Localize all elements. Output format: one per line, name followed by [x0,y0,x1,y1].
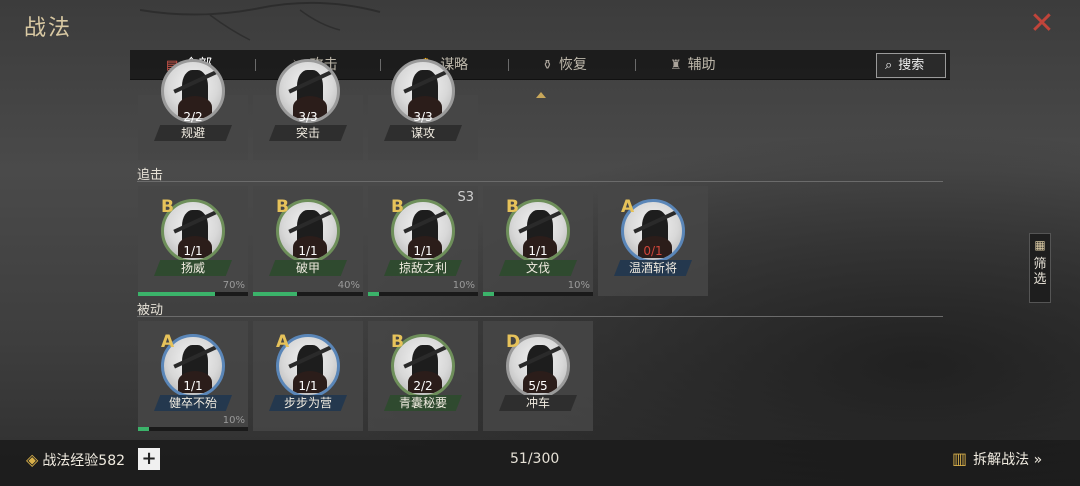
exp-icon: ◈ [26,450,39,469]
progress-bar [483,292,593,296]
tactic-card[interactable]: B 1/1 破甲 40% [253,186,363,296]
tactic-card[interactable]: B 1/1 扬威 70% [138,186,248,296]
grade-badge: A [161,332,175,352]
tactic-card[interactable]: 3/3 突击 [253,59,363,160]
grade-badge: B [161,197,174,217]
search-button[interactable]: ⌕ 搜索 [876,53,946,78]
tactic-card[interactable]: 3/3 谋攻 [368,59,478,160]
add-exp-button[interactable]: + [138,448,160,470]
page-title: 战法 [24,16,73,41]
grade-badge: B [391,197,404,217]
close-icon[interactable]: ✕ [1026,8,1058,40]
scroll-up-indicator [536,92,546,98]
progress-bar [368,292,478,296]
capacity-count: 51/300 [510,451,560,467]
divider [137,316,943,317]
tactic-card[interactable]: A 1/1 步步为营 [253,321,363,431]
filter-button[interactable]: ▦ 筛选 [1029,233,1051,303]
tab-bar: ▤全部 ⚔攻击 ✋谋略 ⚱恢复 ♜辅助 [130,50,950,80]
pot-icon: ⚱ [542,58,553,73]
progress-bar [253,292,363,296]
tactic-card[interactable]: B S3 1/1 掠敌之利 10% [368,186,478,296]
grade-badge: A [621,197,635,217]
progress-bar [138,427,248,431]
tactic-card[interactable]: B 2/2 青囊秘要 [368,321,478,431]
dismantle-icon: ▥ [952,449,968,468]
tactic-exp: ◈ 战法经验582 [26,450,126,469]
grade-badge: B [506,197,519,217]
bag-icon: ♜ [670,58,682,73]
footer-bar: ◈ 战法经验582 + 51/300 ▥ 拆解战法 » [0,440,1080,486]
season-tag: S3 [457,190,474,205]
grid-icon: ▦ [1034,238,1046,252]
tactic-card[interactable]: B 1/1 文伐 10% [483,186,593,296]
grade-badge: B [391,332,404,352]
tactic-card[interactable]: 2/2 规避 [138,59,248,160]
tactic-card[interactable]: A 0/1 温酒斩将 [598,186,708,296]
tab-support[interactable]: ♜ 辅助 [670,50,716,80]
grade-badge: A [276,332,290,352]
dismantle-button[interactable]: ▥ 拆解战法 » [952,449,1042,469]
grade-badge: B [276,197,289,217]
tab-recover[interactable]: ⚱ 恢复 [542,50,587,80]
tactic-card[interactable]: A 1/1 健卒不殆 10% [138,321,248,431]
search-icon: ⌕ [885,58,893,73]
grade-badge: D [506,332,521,352]
divider [137,181,943,182]
tactic-card[interactable]: D 5/5 冲车 [483,321,593,431]
progress-bar [138,292,248,296]
